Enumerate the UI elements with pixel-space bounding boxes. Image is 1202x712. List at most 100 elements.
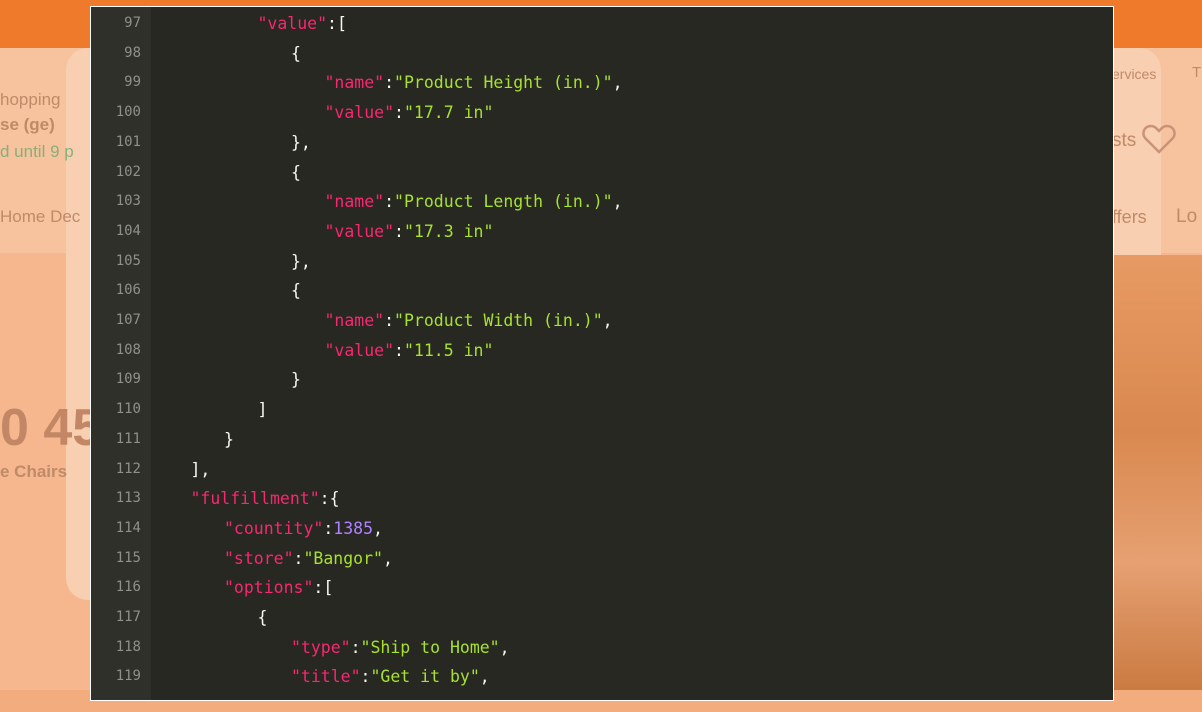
code-line: 101}, <box>91 128 1113 158</box>
bg-text-store: se (ge) <box>0 115 55 134</box>
code-text: "store":"Bangor", <box>224 544 393 574</box>
code-token-pun: : <box>350 637 361 657</box>
code-text: }, <box>291 247 311 277</box>
code-token-pun: : <box>323 518 334 538</box>
code-text: "value":"11.5 in" <box>325 336 494 366</box>
code-text: ] <box>258 395 268 425</box>
code-token-strv: "17.7 in" <box>403 103 494 123</box>
product-photo <box>1112 255 1202 695</box>
code-text: { <box>291 39 301 69</box>
code-token-pun: , <box>479 667 490 687</box>
line-number: 114 <box>115 519 141 536</box>
code-token-strv: "Product Length (in.)" <box>394 192 613 212</box>
code-text: { <box>258 603 268 633</box>
code-token-pun: : <box>384 73 395 93</box>
code-text: "value":[ <box>258 9 347 39</box>
code-line: 102 { <box>91 158 1113 188</box>
line-number: 105 <box>115 252 141 269</box>
code-line: 110] <box>91 395 1113 425</box>
code-line: 105}, <box>91 247 1113 277</box>
code-line: 98 { <box>91 39 1113 69</box>
code-line: 109} <box>91 365 1113 395</box>
code-token-pun: }, <box>291 251 311 271</box>
code-line: 117 { <box>91 603 1113 633</box>
code-token-pun: , <box>612 192 623 212</box>
code-token-pun: : <box>384 311 395 330</box>
bg-text-home-decor: Home Dec <box>0 207 81 226</box>
code-token-strv: "17.3 in" <box>403 221 494 241</box>
line-number: 97 <box>124 15 141 31</box>
code-token-key: "name" <box>324 192 385 212</box>
code-token-key: "name" <box>324 73 385 93</box>
code-token-key: "name" <box>324 311 385 330</box>
code-token-pun: { <box>257 608 268 627</box>
code-text: { <box>291 158 301 188</box>
code-token-key: "value" <box>324 340 395 360</box>
line-number: 108 <box>115 341 141 358</box>
code-token-strv: "Get it by" <box>370 667 480 687</box>
code-token-key: "value" <box>257 14 328 33</box>
code-token-pun: , <box>382 548 393 568</box>
line-number: 99 <box>124 74 141 91</box>
line-number: 118 <box>115 638 141 655</box>
code-line: 106 { <box>91 276 1113 306</box>
bg-text-lists: sts <box>1112 130 1137 151</box>
code-editor[interactable]: 97 "value":[98{99 "name":"Product Height (… <box>90 6 1114 701</box>
code-line: 115 "store":"Bangor", <box>91 544 1113 574</box>
code-token-pun: : <box>384 192 395 212</box>
line-number: 101 <box>115 133 141 150</box>
bg-text-chairs: e Chairs <box>0 462 68 481</box>
code-text: } <box>224 425 234 455</box>
code-token-key: "options" <box>224 578 314 598</box>
line-number: 102 <box>115 163 141 180</box>
code-line: 104 "value":"17.3 in" <box>91 217 1113 247</box>
code-token-pun: :[ <box>327 14 347 33</box>
code-text: "title":"Get it by", <box>291 662 490 692</box>
bg-text-offers: ffers <box>1112 207 1147 227</box>
line-number: 104 <box>115 222 141 239</box>
line-number: 106 <box>115 282 141 299</box>
code-token-key: "title" <box>291 667 361 687</box>
code-line: 111} <box>91 425 1113 455</box>
code-token-key: "fulfillment" <box>190 489 320 509</box>
code-token-key: "value" <box>324 221 395 241</box>
code-token-pun: } <box>291 370 301 390</box>
code-token-pun: , <box>612 73 623 93</box>
code-text: "countity":1385, <box>224 514 383 544</box>
code-token-pun: : <box>394 221 404 241</box>
line-number: 116 <box>115 579 141 596</box>
code-line: 118 "type":"Ship to Home", <box>91 633 1113 663</box>
line-number: 103 <box>115 193 141 210</box>
code-token-key: "value" <box>324 103 395 123</box>
code-token-strv: "11.5 in" <box>403 340 494 360</box>
bg-text-shopping: hopping <box>0 90 61 109</box>
heart-icon <box>1142 124 1176 154</box>
code-line: 112], <box>91 455 1113 485</box>
code-token-pun: :[ <box>313 578 334 598</box>
code-token-pun: { <box>291 281 301 301</box>
code-token-pun: }, <box>291 132 311 152</box>
code-token-strv: "Ship to Home" <box>360 637 500 657</box>
code-token-pun: : <box>360 667 371 687</box>
bg-text-services: ervices <box>1112 66 1157 82</box>
code-token-pun: } <box>224 429 234 449</box>
bg-text-lo: Lo <box>1176 206 1198 227</box>
line-number: 98 <box>124 44 141 61</box>
code-text: }, <box>291 128 311 158</box>
code-line: 108 "value":"11.5 in" <box>91 336 1113 366</box>
code-token-num: 1385 <box>333 518 374 538</box>
code-token-pun: :{ <box>319 489 340 509</box>
code-token-strv: "Bangor" <box>303 548 383 568</box>
line-number: 119 <box>115 668 141 685</box>
code-line: 119 "title":"Get it by", <box>91 662 1113 692</box>
code-line: 100 "value":"17.7 in" <box>91 98 1113 128</box>
code-token-pun: , <box>373 518 383 538</box>
bg-text-count: 0 45 <box>0 399 102 457</box>
code-text: "type":"Ship to Home", <box>291 633 510 663</box>
bg-text-open-until: d until 9 p <box>0 142 74 161</box>
code-line: 113 "fulfillment":{ <box>91 484 1113 514</box>
line-number: 100 <box>115 104 141 121</box>
code-token-strv: "Product Width (in.)" <box>394 311 603 330</box>
line-number: 107 <box>115 312 141 328</box>
code-token-key: "store" <box>224 548 294 568</box>
